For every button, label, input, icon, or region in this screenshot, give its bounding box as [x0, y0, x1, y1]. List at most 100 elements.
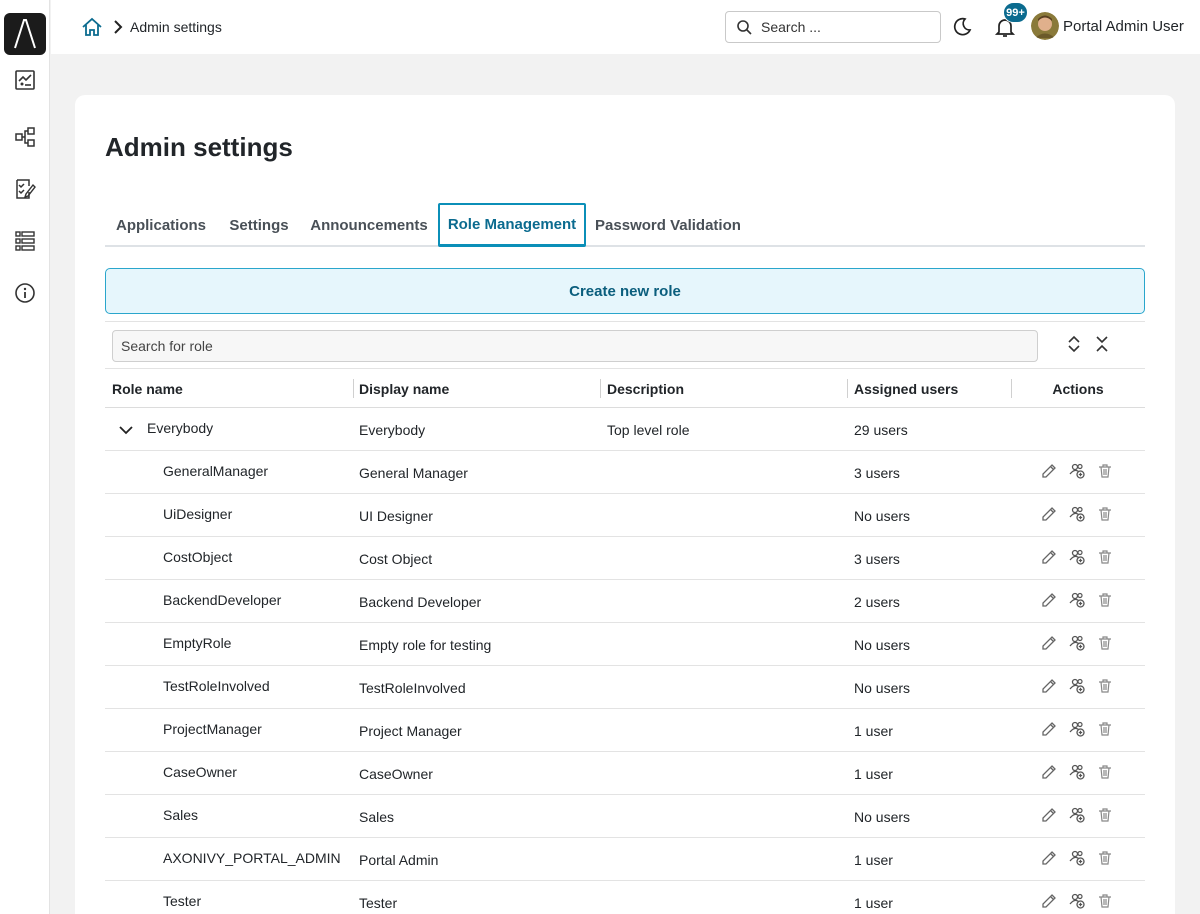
delete-trash-icon[interactable]: [1097, 678, 1113, 694]
assigned-users: No users: [854, 636, 911, 653]
delete-trash-icon[interactable]: [1097, 463, 1113, 479]
assigned-users: 1 user: [854, 722, 893, 739]
tab-settings[interactable]: Settings: [217, 203, 301, 247]
role-name: CaseOwner: [163, 763, 237, 780]
role-table-toolbar: [105, 321, 1145, 369]
breadcrumb-current: Admin settings: [130, 19, 222, 35]
role-name: ProjectManager: [163, 720, 262, 737]
assign-users-icon[interactable]: [1069, 678, 1085, 694]
dashboard-chart-icon[interactable]: [12, 67, 38, 93]
assign-users-icon[interactable]: [1069, 850, 1085, 866]
display-name: Everybody: [359, 421, 426, 438]
edit-pencil-icon[interactable]: [1041, 807, 1057, 823]
assign-users-icon[interactable]: [1069, 721, 1085, 737]
column-header-role-name[interactable]: Role name: [112, 369, 183, 408]
edit-pencil-icon[interactable]: [1041, 635, 1057, 651]
collapse-all-icon[interactable]: [1093, 335, 1111, 353]
edit-pencil-icon[interactable]: [1041, 850, 1057, 866]
task-list-check-icon[interactable]: [12, 176, 38, 202]
assign-users-icon[interactable]: [1069, 764, 1085, 780]
assign-users-icon[interactable]: [1069, 635, 1085, 651]
assigned-users: 3 users: [854, 550, 900, 567]
table-row[interactable]: Sales Sales No users: [105, 795, 1145, 838]
column-header-display-name[interactable]: Display name: [353, 369, 599, 408]
case-list-icon[interactable]: [12, 228, 38, 254]
home-icon[interactable]: [81, 16, 103, 38]
tab-announcements[interactable]: Announcements: [301, 203, 437, 247]
row-actions: [1041, 506, 1113, 522]
table-row[interactable]: UiDesigner UI Designer No users: [105, 494, 1145, 537]
admin-settings-card: Admin settings Applications Settings Ann…: [75, 95, 1175, 914]
display-name: Backend Developer: [359, 593, 482, 610]
role-name: Tester: [163, 892, 202, 909]
table-row[interactable]: AXONIVY_PORTAL_ADMIN Portal Admin 1 user: [105, 838, 1145, 881]
table-row[interactable]: TestRoleInvolved TestRoleInvolved No use…: [105, 666, 1145, 709]
expand-all-icon[interactable]: [1065, 335, 1083, 353]
edit-pencil-icon[interactable]: [1041, 764, 1057, 780]
edit-pencil-icon[interactable]: [1041, 721, 1057, 737]
assign-users-icon[interactable]: [1069, 549, 1085, 565]
table-row-root[interactable]: Everybody Everybody Top level role 29 us…: [105, 408, 1145, 451]
display-name: Project Manager: [359, 722, 462, 739]
column-header-display-name-label: Display name: [359, 380, 450, 397]
table-row[interactable]: Tester Tester 1 user: [105, 881, 1145, 914]
delete-trash-icon[interactable]: [1097, 807, 1113, 823]
assign-users-icon[interactable]: [1069, 463, 1085, 479]
assigned-users: 1 user: [854, 765, 893, 782]
delete-trash-icon[interactable]: [1097, 506, 1113, 522]
delete-trash-icon[interactable]: [1097, 721, 1113, 737]
table-row[interactable]: ProjectManager Project Manager 1 user: [105, 709, 1145, 752]
row-actions: [1041, 850, 1113, 866]
axon-logo-icon: [14, 19, 36, 49]
user-name[interactable]: Portal Admin User: [1063, 18, 1184, 35]
process-tree-icon[interactable]: [12, 124, 38, 150]
display-name: Tester: [359, 894, 398, 911]
column-header-assigned-users-label: Assigned users: [854, 380, 959, 397]
delete-trash-icon[interactable]: [1097, 549, 1113, 565]
edit-pencil-icon[interactable]: [1041, 592, 1057, 608]
role-search-input[interactable]: [112, 330, 1038, 362]
tab-password-validation[interactable]: Password Validation: [586, 203, 750, 247]
delete-trash-icon[interactable]: [1097, 592, 1113, 608]
row-actions: [1041, 721, 1113, 737]
table-row[interactable]: CostObject Cost Object 3 users: [105, 537, 1145, 580]
edit-pencil-icon[interactable]: [1041, 549, 1057, 565]
tab-applications[interactable]: Applications: [105, 203, 217, 247]
edit-pencil-icon[interactable]: [1041, 678, 1057, 694]
column-header-description[interactable]: Description: [600, 369, 846, 408]
tab-role-management[interactable]: Role Management: [438, 203, 586, 247]
display-name: Portal Admin: [359, 851, 439, 868]
delete-trash-icon[interactable]: [1097, 764, 1113, 780]
role-name: AXONIVY_PORTAL_ADMIN: [163, 849, 341, 866]
delete-trash-icon[interactable]: [1097, 635, 1113, 651]
row-actions: [1041, 807, 1113, 823]
table-row[interactable]: GeneralManager General Manager 3 users: [105, 451, 1145, 494]
edit-pencil-icon[interactable]: [1041, 893, 1057, 909]
edit-pencil-icon[interactable]: [1041, 506, 1057, 522]
chevron-down-icon[interactable]: [117, 421, 135, 439]
role-name: EmptyRole: [163, 634, 232, 651]
table-row[interactable]: EmptyRole Empty role for testing No user…: [105, 623, 1145, 666]
assign-users-icon[interactable]: [1069, 893, 1085, 909]
assign-users-icon[interactable]: [1069, 807, 1085, 823]
page-title: Admin settings: [105, 132, 293, 162]
delete-trash-icon[interactable]: [1097, 850, 1113, 866]
search-icon: [737, 20, 752, 35]
create-new-role-button[interactable]: Create new role: [105, 268, 1145, 314]
edit-pencil-icon[interactable]: [1041, 463, 1057, 479]
assign-users-icon[interactable]: [1069, 506, 1085, 522]
table-row[interactable]: BackendDeveloper Backend Developer 2 use…: [105, 580, 1145, 623]
column-header-assigned-users[interactable]: Assigned users: [847, 369, 1011, 408]
role-name: BackendDeveloper: [163, 591, 282, 608]
column-header-actions: Actions: [1011, 369, 1145, 408]
dark-mode-moon-icon[interactable]: [951, 16, 973, 38]
table-row[interactable]: CaseOwner CaseOwner 1 user: [105, 752, 1145, 795]
user-avatar[interactable]: [1031, 12, 1059, 40]
role-name: Sales: [163, 806, 199, 823]
delete-trash-icon[interactable]: [1097, 893, 1113, 909]
app-logo[interactable]: [4, 13, 46, 55]
global-search-input[interactable]: Search ...: [725, 11, 941, 43]
assigned-users: No users: [854, 507, 911, 524]
assign-users-icon[interactable]: [1069, 592, 1085, 608]
info-icon[interactable]: [12, 280, 38, 306]
